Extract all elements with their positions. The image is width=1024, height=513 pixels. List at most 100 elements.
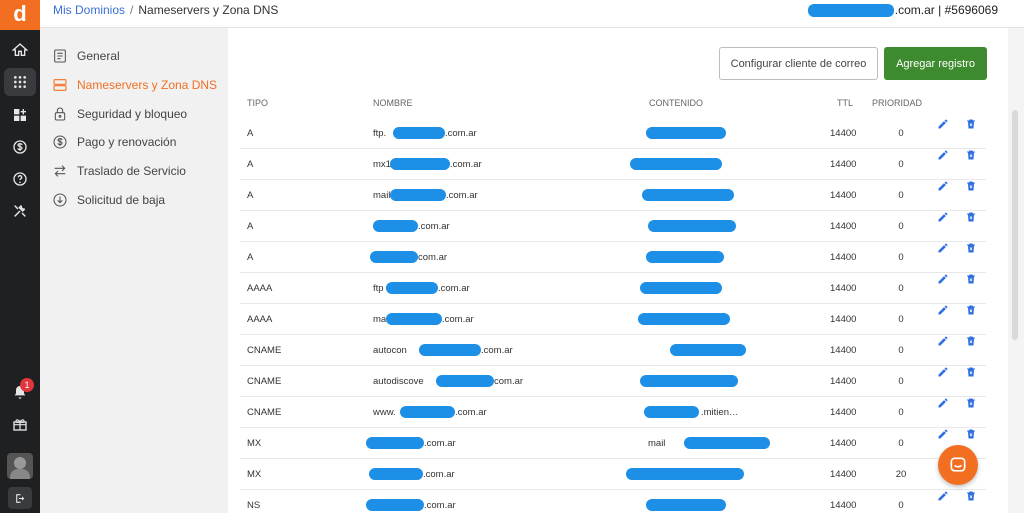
edit-record-icon[interactable] — [937, 304, 949, 316]
download-circle-icon — [53, 193, 67, 207]
redacted-record-name — [390, 158, 450, 170]
account-separator: | — [938, 3, 942, 17]
delete-record-icon[interactable] — [965, 149, 977, 161]
dashboard-add-icon[interactable] — [4, 101, 36, 129]
table-row: Amx1 .com.ar 14400 0 — [240, 149, 986, 180]
record-priority: 20 — [895, 469, 907, 480]
edit-record-icon[interactable] — [937, 366, 949, 378]
grid-apps-icon[interactable] — [4, 68, 36, 96]
delete-record-icon[interactable] — [965, 180, 977, 192]
edit-record-icon[interactable] — [937, 180, 949, 192]
record-name-suffix: .com.ar — [438, 283, 470, 294]
edit-record-icon[interactable] — [937, 397, 949, 409]
table-row: CNAME autodiscove com.ar 14400 0 — [240, 366, 986, 397]
delete-record-icon[interactable] — [965, 304, 977, 316]
subnav-item-label: General — [77, 49, 120, 63]
home-icon[interactable] — [4, 36, 36, 64]
record-content-prefix: mail — [648, 438, 666, 449]
subnav-item-label: Pago y renovación — [77, 135, 177, 149]
redacted-record-name — [386, 282, 438, 294]
help-icon[interactable] — [4, 165, 36, 193]
record-priority: 0 — [898, 438, 904, 449]
subnav-item-general[interactable]: General — [52, 45, 120, 67]
redacted-record-name — [390, 189, 446, 201]
record-priority: 0 — [898, 221, 904, 232]
edit-record-icon[interactable] — [937, 335, 949, 347]
record-type: CNAME — [247, 345, 282, 356]
record-name-suffix: .com.ar — [481, 345, 513, 356]
delete-record-icon[interactable] — [965, 211, 977, 223]
breadcrumb-mis-dominios-link[interactable]: Mis Dominios — [53, 3, 125, 17]
subnav-item-cancellation[interactable]: Solicitud de baja — [52, 189, 165, 211]
delete-record-icon[interactable] — [965, 397, 977, 409]
column-header-ttl: TTL — [837, 98, 854, 108]
subnav-item-transfer[interactable]: Traslado de Servicio — [52, 160, 186, 182]
delete-record-icon[interactable] — [965, 490, 977, 502]
delete-record-icon[interactable] — [965, 335, 977, 347]
record-priority: 0 — [898, 190, 904, 201]
redacted-record-name — [366, 437, 424, 449]
record-name-suffix: .com.ar — [450, 159, 482, 170]
redacted-record-content — [646, 127, 726, 139]
record-ttl: 14400 — [830, 221, 857, 232]
user-avatar[interactable] — [7, 453, 33, 479]
subnav-item-security[interactable]: Seguridad y bloqueo — [52, 103, 187, 125]
edit-record-icon[interactable] — [937, 211, 949, 223]
edit-record-icon[interactable] — [937, 242, 949, 254]
edit-record-icon[interactable] — [937, 428, 949, 440]
redacted-record-content — [684, 437, 770, 449]
logout-icon[interactable] — [8, 487, 32, 509]
record-name-suffix: com.ar — [418, 252, 448, 263]
record-type: AAAA — [247, 314, 273, 325]
delete-record-icon[interactable] — [965, 428, 977, 440]
record-type: MX — [247, 438, 262, 449]
delete-record-icon[interactable] — [965, 118, 977, 130]
account-domain-label[interactable]: .com.ar | #5696069 — [807, 3, 998, 18]
column-header-priority: PRIORIDAD — [872, 98, 923, 108]
edit-record-icon[interactable] — [937, 273, 949, 285]
server-icon — [53, 79, 67, 91]
record-type: A — [247, 252, 254, 263]
redacted-record-content — [646, 499, 726, 511]
record-priority: 0 — [898, 128, 904, 139]
record-priority: 0 — [898, 500, 904, 511]
table-header: TIPO NOMBRE CONTENIDO TTL PRIORIDAD — [240, 98, 986, 114]
account-id: #5696069 — [944, 3, 998, 17]
gift-icon[interactable] — [4, 410, 36, 438]
support-chat-button[interactable] — [938, 445, 978, 485]
subnav-item-nameservers-dns[interactable]: Nameservers y Zona DNS — [52, 74, 217, 96]
subnav-item-label: Traslado de Servicio — [77, 164, 186, 178]
record-name-prefix: ftp — [373, 283, 384, 294]
top-bar: Mis Dominios / Nameservers y Zona DNS .com… — [40, 0, 1024, 28]
subnav-item-label: Solicitud de baja — [77, 193, 166, 207]
edit-record-icon[interactable] — [937, 490, 949, 502]
delete-record-icon[interactable] — [965, 366, 977, 378]
delete-record-icon[interactable] — [965, 242, 977, 254]
redacted-record-name — [386, 313, 442, 325]
add-record-button[interactable]: Agregar registro — [884, 47, 987, 80]
table-row: Acom.ar 14400 0 — [240, 242, 986, 273]
record-type: MX — [247, 469, 262, 480]
edit-record-icon[interactable] — [937, 118, 949, 130]
redacted-record-name — [400, 406, 455, 418]
notification-count-badge: 1 — [20, 378, 34, 392]
scrollbar[interactable] — [1012, 110, 1018, 340]
edit-record-icon[interactable] — [937, 149, 949, 161]
redacted-record-name — [436, 375, 494, 387]
billing-dollar-icon[interactable] — [4, 133, 36, 161]
record-type: CNAME — [247, 376, 282, 387]
table-row: CNAME www. .com.ar .mitien… 14400 0 — [240, 397, 986, 428]
brand-logo[interactable]: d — [0, 0, 40, 30]
delete-record-icon[interactable] — [965, 273, 977, 285]
redacted-domain-name — [807, 4, 894, 18]
record-name-suffix: .com.ar — [442, 314, 474, 325]
record-type: AAAA — [247, 283, 273, 294]
domain-settings-nav: General Nameservers y Zona DNS Seguridad… — [40, 28, 228, 513]
configure-mail-client-button[interactable]: Configurar cliente de correo — [719, 47, 878, 80]
tools-icon[interactable] — [4, 197, 36, 225]
column-header-name: NOMBRE — [373, 98, 413, 108]
subnav-item-label: Seguridad y bloqueo — [77, 107, 188, 121]
redacted-record-content — [640, 375, 738, 387]
record-priority: 0 — [898, 314, 904, 325]
subnav-item-payment[interactable]: Pago y renovación — [52, 131, 176, 153]
